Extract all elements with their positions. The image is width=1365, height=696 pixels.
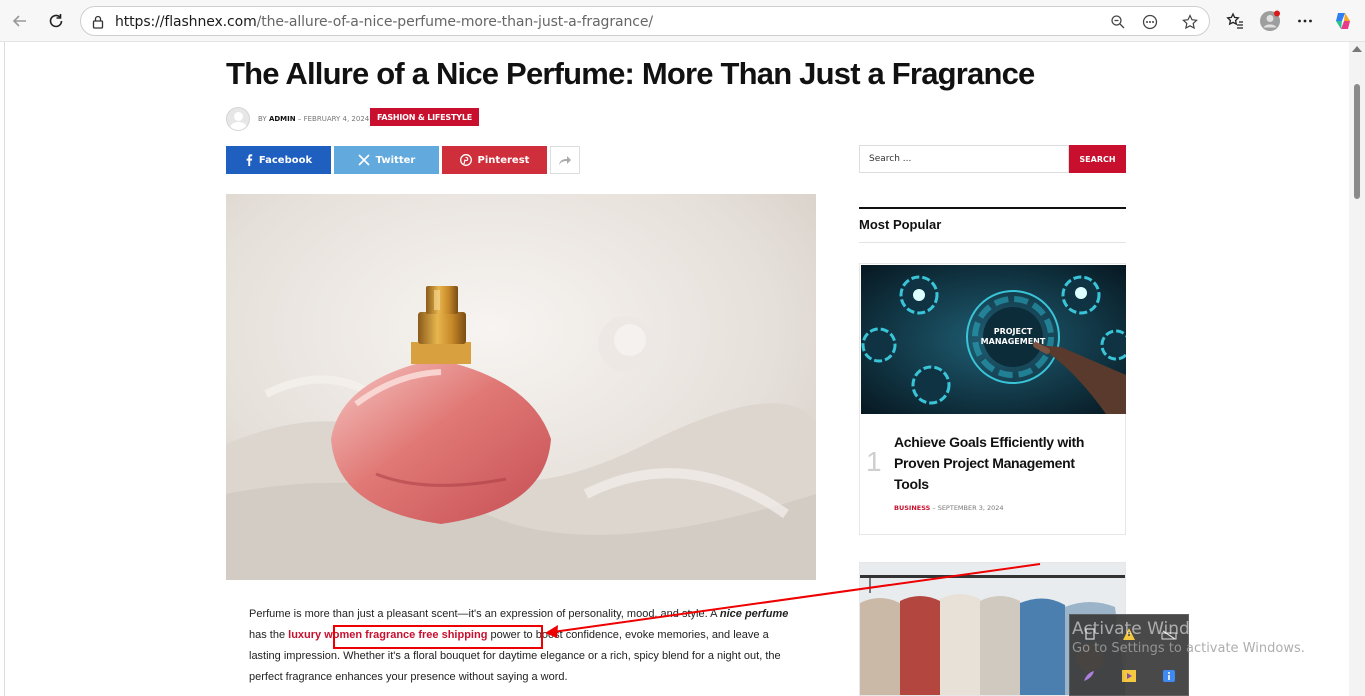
popular-post-category[interactable]: BUSINESS [894, 504, 930, 512]
more-share-button[interactable] [550, 146, 580, 174]
svg-text:PROJECT: PROJECT [994, 327, 1033, 336]
tray-feather-icon[interactable] [1080, 667, 1098, 685]
popular-post-image[interactable]: PROJECT MANAGEMENT [861, 265, 1126, 414]
article-meta: BY ADMIN – FEBRUARY 4, 2024 [226, 106, 369, 132]
pinterest-label: Pinterest [477, 154, 530, 166]
category-badge[interactable]: FASHION & LIFESTYLE [370, 108, 479, 126]
facebook-label: Facebook [258, 154, 313, 166]
article-featured-image [226, 194, 816, 580]
body-text-1: Perfume is more than just a pleasant sce… [249, 608, 720, 620]
body-text-2: has the [249, 629, 289, 641]
facebook-share-button[interactable]: Facebook [226, 146, 331, 174]
lock-icon[interactable] [89, 13, 107, 31]
popular-post-meta: BUSINESS – SEPTEMBER 3, 2024 [894, 504, 1004, 512]
popular-post-card[interactable]: PROJECT MANAGEMENT 1 Achieve Goals Effic… [859, 263, 1126, 535]
more-menu-icon[interactable] [1294, 10, 1316, 32]
page-content: The Allure of a Nice Perfume: More Than … [0, 42, 1365, 696]
body-italic: nice perfume [719, 608, 789, 620]
meta-byline: BY ADMIN – FEBRUARY 4, 2024 [258, 115, 369, 123]
tray-usb-icon[interactable] [1082, 625, 1100, 643]
scroll-thumb[interactable] [1354, 84, 1360, 199]
tray-device-icon[interactable] [1160, 625, 1178, 643]
widget-divider [859, 207, 1126, 209]
post-date: FEBRUARY 4, 2024 [303, 115, 370, 123]
favorite-star-icon[interactable] [1181, 13, 1199, 31]
url-text[interactable]: https://flashnex.com/the-allure-of-a-nic… [115, 14, 653, 30]
twitter-share-button[interactable]: Twitter [334, 146, 439, 174]
x-icon [358, 154, 370, 166]
system-tray-popup [1069, 614, 1189, 696]
copilot-icon[interactable] [1332, 10, 1354, 32]
facebook-icon [246, 154, 253, 166]
link-highlight-box [333, 625, 543, 649]
widget-underline [859, 242, 1126, 243]
scroll-up-arrow[interactable] [1352, 46, 1362, 52]
share-buttons: Facebook Twitter Pinterest [226, 146, 580, 174]
sidebar-search-input[interactable]: Search ... [859, 145, 1069, 173]
popular-post-title[interactable]: Achieve Goals Efficiently with Proven Pr… [894, 432, 1094, 495]
search-placeholder: Search ... [869, 154, 912, 164]
favorites-icon[interactable] [1224, 10, 1246, 32]
twitter-label: Twitter [375, 154, 416, 166]
refresh-button[interactable] [44, 9, 68, 33]
zoom-icon[interactable] [1109, 13, 1127, 31]
pinterest-share-button[interactable]: Pinterest [442, 146, 547, 174]
share-arrow-icon [559, 156, 571, 165]
by-label: BY [258, 115, 267, 123]
article-title: The Allure of a Nice Perfume: More Than … [226, 56, 1035, 91]
tray-media-icon[interactable] [1120, 667, 1138, 685]
author-avatar[interactable] [226, 107, 250, 131]
back-button[interactable] [8, 9, 32, 33]
browser-toolbar: https://flashnex.com/the-allure-of-a-nic… [0, 0, 1365, 42]
most-popular-title: Most Popular [859, 217, 942, 232]
profile-avatar-icon[interactable] [1259, 10, 1281, 32]
pinterest-icon [459, 154, 472, 166]
address-bar[interactable]: https://flashnex.com/the-allure-of-a-nic… [80, 6, 1210, 36]
page-edge [4, 42, 5, 696]
tray-warning-icon[interactable] [1120, 625, 1138, 643]
tray-info-icon[interactable] [1160, 667, 1178, 685]
author-link[interactable]: ADMIN [269, 115, 296, 123]
popular-rank: 1 [866, 446, 882, 477]
popular-post-date: SEPTEMBER 3, 2024 [937, 504, 1004, 512]
page-scrollbar[interactable] [1349, 42, 1365, 696]
read-aloud-icon[interactable] [1141, 13, 1159, 31]
search-button[interactable]: SEARCH [1069, 145, 1126, 173]
